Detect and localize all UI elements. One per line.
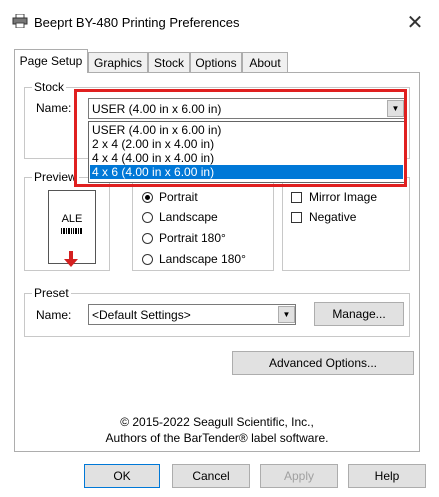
mirror-image-checkbox[interactable] (291, 192, 302, 203)
stock-option-user[interactable]: USER (4.00 in x 6.00 in) (90, 123, 403, 137)
portrait-label: Portrait (159, 190, 198, 204)
tab-page-setup[interactable]: Page Setup (14, 49, 88, 73)
stock-name-label: Name: (36, 101, 72, 115)
landscape-label: Landscape (159, 210, 218, 224)
preset-value: <Default Settings> (92, 308, 191, 322)
tab-options[interactable]: Options (190, 52, 242, 72)
manage-button[interactable]: Manage... (314, 302, 404, 326)
landscape-180-radio[interactable] (142, 254, 153, 265)
apply-button[interactable]: Apply (260, 464, 338, 488)
preset-name-label: Name: (36, 308, 72, 322)
barcode-icon (61, 228, 82, 234)
stock-dropdown-list: USER (4.00 in x 6.00 in) 2 x 4 (2.00 in … (88, 121, 405, 183)
landscape-180-label: Landscape 180° (159, 252, 246, 266)
help-button[interactable]: Help (348, 464, 426, 488)
printer-icon (12, 14, 28, 28)
help-button-label: Help (374, 469, 400, 483)
chevron-down-icon[interactable]: ▼ (278, 306, 295, 323)
tab-stock[interactable]: Stock (148, 52, 190, 72)
tab-about[interactable]: About (242, 52, 288, 72)
stock-option-2x4[interactable]: 2 x 4 (2.00 in x 4.00 in) (90, 137, 403, 151)
advanced-options-label: Advanced Options... (268, 356, 378, 370)
chevron-down-icon[interactable]: ▼ (387, 100, 404, 117)
stock-name-combo[interactable]: USER (4.00 in x 6.00 in) ▼ (88, 98, 405, 119)
manage-button-label: Manage... (332, 307, 386, 321)
stock-option-4x4[interactable]: 4 x 4 (4.00 in x 4.00 in) (90, 151, 403, 165)
negative-checkbox[interactable] (291, 212, 302, 223)
cancel-button[interactable]: Cancel (172, 464, 250, 488)
preset-group-label: Preset (32, 286, 71, 300)
stock-group-label: Stock (32, 80, 67, 94)
portrait-180-label: Portrait 180° (159, 231, 226, 245)
stock-selected-value: USER (4.00 in x 6.00 in) (92, 102, 222, 116)
negative-label: Negative (309, 210, 357, 224)
landscape-radio[interactable] (142, 212, 153, 223)
ok-button[interactable]: OK (84, 464, 160, 488)
stock-option-4x6[interactable]: 4 x 6 (4.00 in x 6.00 in) (90, 165, 403, 179)
preset-name-combo[interactable]: <Default Settings> ▼ (88, 304, 296, 325)
preview-group-label: Preview (32, 170, 79, 184)
feed-direction-arrow-icon (64, 251, 78, 267)
portrait-180-radio[interactable] (142, 233, 153, 244)
cancel-button-label: Cancel (192, 469, 230, 483)
portrait-radio[interactable] (142, 192, 153, 203)
copyright-line-1: © 2015-2022 Seagull Scientific, Inc., (120, 415, 314, 429)
ok-button-label: OK (113, 469, 131, 483)
copyright-line-2: Authors of the BarTender® label software… (105, 431, 329, 445)
tab-graphics[interactable]: Graphics (88, 52, 148, 72)
mirror-image-label: Mirror Image (309, 190, 378, 204)
close-icon[interactable]: ✕ (400, 8, 430, 38)
preview-label-text: ALE (61, 213, 83, 225)
apply-button-label: Apply (283, 469, 315, 483)
advanced-options-button[interactable]: Advanced Options... (232, 351, 414, 375)
window-title: Beeprt BY-480 Printing Preferences (34, 15, 240, 30)
